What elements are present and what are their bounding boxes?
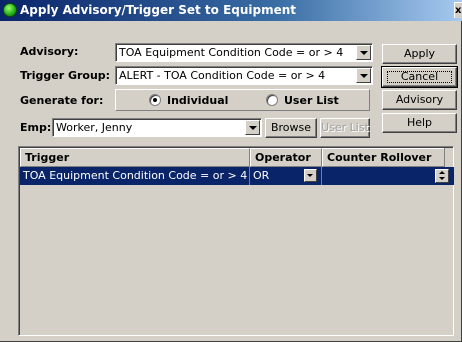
spin-up-icon [439, 171, 445, 174]
radio-individual[interactable] [149, 94, 161, 106]
generate-for-label: Generate for: [20, 94, 104, 107]
emp-combo[interactable]: Worker, Jenny [52, 118, 262, 137]
user-list-button[interactable]: User List [320, 118, 370, 138]
chevron-down-icon [307, 174, 313, 177]
cancel-button[interactable]: Cancel [381, 66, 458, 88]
trigger-group-label: Trigger Group: [20, 69, 111, 82]
generate-for-group: Individual User List [115, 89, 370, 111]
advisory-dropdown-button[interactable] [356, 45, 371, 60]
cell-trigger[interactable]: TOA Equipment Condition Code = or > 4 [20, 167, 250, 185]
browse-button[interactable]: Browse [265, 118, 317, 138]
cell-counter-rollover[interactable] [322, 167, 454, 185]
trigger-group-combo[interactable]: ALERT - TOA Condition Code = or > 4 [115, 66, 373, 85]
advisory-button[interactable]: Advisory [382, 90, 457, 110]
chevron-down-icon [360, 74, 368, 78]
advisory-combo[interactable]: TOA Equipment Condition Code = or > 4 [115, 43, 373, 62]
trigger-grid: Trigger Operator Counter Rollover TOA Eq… [18, 146, 454, 336]
title-bar[interactable]: Apply Advisory/Trigger Set to Equipment … [0, 0, 462, 21]
help-button[interactable]: Help [382, 113, 457, 133]
emp-value: Worker, Jenny [56, 121, 133, 134]
operator-value: OR [253, 169, 270, 182]
chevron-down-icon [360, 51, 368, 55]
header-filler [444, 148, 453, 167]
chevron-down-icon [249, 126, 257, 130]
radio-user-list-label[interactable]: User List [284, 94, 339, 107]
focus-rect [387, 71, 452, 83]
cell-operator[interactable]: OR [250, 167, 322, 185]
dialog-window: Apply Advisory/Trigger Set to Equipment … [0, 0, 462, 342]
green-orb-icon [3, 3, 17, 17]
trigger-group-dropdown-button[interactable] [356, 68, 371, 83]
advisory-label: Advisory: [20, 45, 79, 58]
column-header-operator[interactable]: Operator [250, 148, 322, 167]
radio-individual-label[interactable]: Individual [167, 94, 228, 107]
operator-dropdown-button[interactable] [304, 169, 317, 182]
window-title: Apply Advisory/Trigger Set to Equipment [20, 3, 297, 17]
spinner-icon[interactable] [435, 169, 449, 183]
radio-user-list[interactable] [266, 94, 278, 106]
emp-dropdown-button[interactable] [245, 120, 260, 135]
close-icon[interactable]: x [454, 2, 462, 18]
column-header-counter-rollover[interactable]: Counter Rollover [322, 148, 446, 167]
grid-body: Trigger Operator Counter Rollover TOA Eq… [19, 147, 454, 335]
emp-label: Emp: [20, 121, 52, 134]
trigger-group-value: ALERT - TOA Condition Code = or > 4 [119, 69, 326, 82]
advisory-value: TOA Equipment Condition Code = or > 4 [119, 46, 344, 59]
table-row[interactable]: TOA Equipment Condition Code = or > 4 OR [20, 167, 454, 185]
column-header-trigger[interactable]: Trigger [20, 148, 250, 167]
apply-button[interactable]: Apply [382, 44, 457, 64]
radio-selected-dot [153, 98, 157, 102]
spin-down-icon [439, 177, 445, 180]
